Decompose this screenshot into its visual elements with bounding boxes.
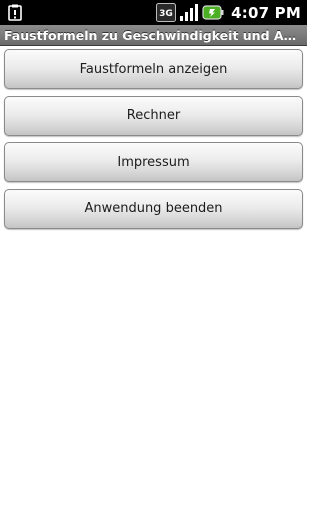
imprint-label: Impressum — [117, 154, 190, 170]
calculator-label: Rechner — [126, 108, 181, 123]
app-title-bar: Faustformeln zu Geschwindigkeit und Abst… — [0, 25, 307, 46]
main-menu: Faustformeln anzeigen Rechner Impressum … — [4, 49, 303, 235]
signal-icon — [179, 3, 199, 22]
show-formulas-label: Faustformeln anzeigen — [79, 61, 228, 77]
show-formulas-button[interactable]: Faustformeln anzeigen — [4, 49, 303, 89]
status-bar: 3G 4:07 PM — [0, 0, 307, 25]
calculator-button[interactable]: Rechner — [4, 95, 303, 136]
exit-app-label: Anwendung beenden — [84, 201, 223, 216]
battery-icon — [202, 3, 224, 22]
notification-icon[interactable] — [8, 4, 22, 21]
app-title: Faustformeln zu Geschwindigkeit und Abst… — [4, 27, 304, 43]
network-3g-label: 3G — [159, 9, 173, 19]
clock-time: 4:07 PM — [231, 3, 301, 22]
network-3g-icon: 3G — [156, 3, 177, 22]
imprint-button[interactable]: Impressum — [4, 142, 303, 182]
exit-app-button[interactable]: Anwendung beenden — [4, 188, 303, 229]
